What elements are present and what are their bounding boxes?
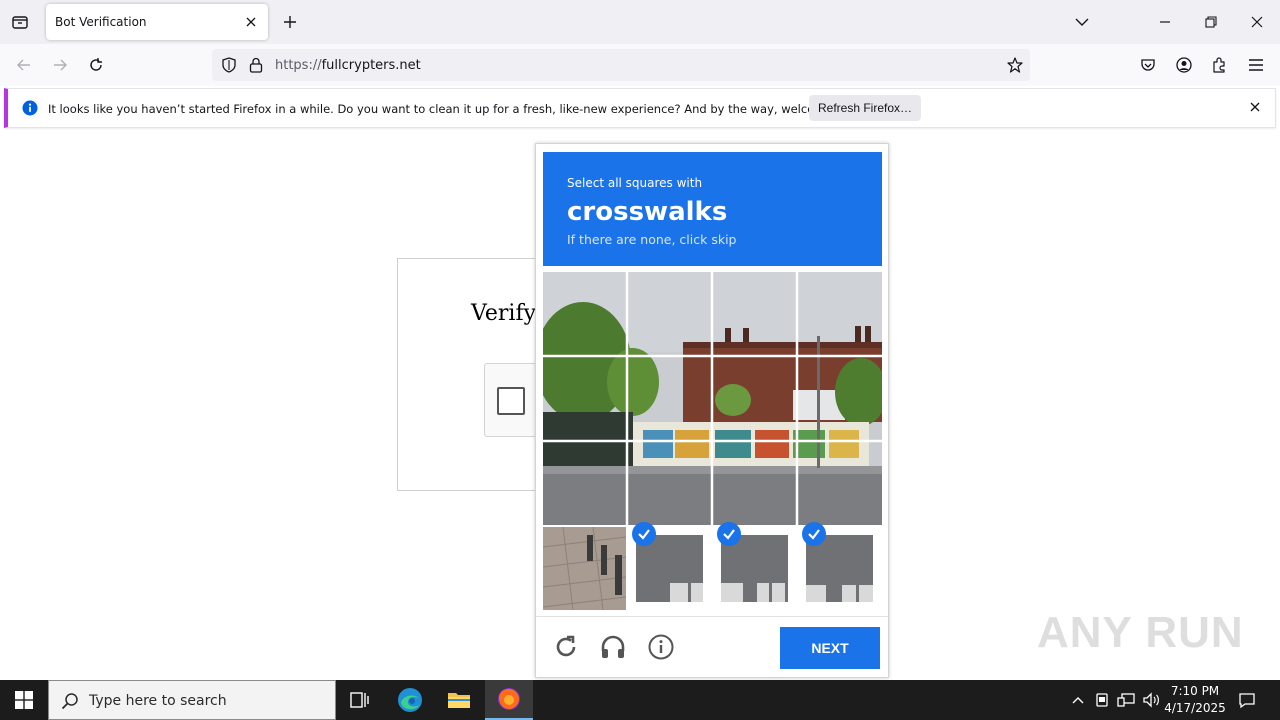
pocket-icon [1141,59,1155,71]
new-tab-button[interactable] [280,12,300,32]
tab-bar: Bot Verification [0,0,1280,44]
tab-list-icon [12,16,28,29]
arrow-left-icon [17,59,30,71]
reload-icon [90,58,102,71]
captcha-tile-row [543,522,882,610]
folder-icon [448,693,470,708]
url-text[interactable]: https://fullcrypters.net [275,58,421,73]
captcha-header: Select all squares with crosswalks If th… [543,152,882,266]
chevron-up-icon [1072,697,1084,704]
headphones-icon [601,635,625,658]
start-button[interactable] [0,680,48,720]
restore-icon [1205,16,1217,28]
captcha-instruction: Select all squares with [567,176,703,190]
refresh-notification-bar: It looks like you haven’t started Firefo… [4,88,1276,128]
tab-list-button[interactable] [8,10,32,34]
network-button[interactable] [1116,690,1136,710]
captcha-subtext: If there are none, click skip [567,232,737,247]
system-clock[interactable]: 7:10 PM 4/17/2025 [1160,683,1230,717]
tile-sidewalk-image [543,527,626,610]
back-button[interactable] [12,53,36,77]
clock-date: 4/17/2025 [1164,701,1226,715]
address-bar[interactable]: https://fullcrypters.net [212,49,1030,81]
volume-button[interactable] [1141,690,1161,710]
info-icon [22,100,38,116]
not-robot-checkbox[interactable] [497,387,525,415]
navigation-toolbar: https://fullcrypters.net [0,44,1280,86]
captcha-footer: NEXT [536,616,888,678]
puzzle-icon [1213,57,1225,73]
forward-button[interactable] [48,53,72,77]
captcha-tile-selected[interactable] [798,522,881,610]
tab-close-button[interactable] [242,13,260,31]
captcha-grid-lines [543,272,882,525]
captcha-tile[interactable] [543,527,626,610]
windows-logo-icon [15,691,33,709]
close-icon [1251,16,1263,28]
close-icon [246,17,256,27]
minimize-icon [1160,21,1170,23]
hamburger-menu-icon [1249,59,1263,71]
page-content: Verifyi Select all squares with crosswal… [0,130,1280,680]
task-view-icon [350,692,369,708]
window-close-button[interactable] [1245,10,1269,34]
chevron-down-icon [1075,18,1089,26]
captcha-tile-selected[interactable] [713,522,796,610]
checkmark-icon [717,522,741,546]
firefox-icon [498,688,520,710]
list-all-tabs-button[interactable] [1070,10,1094,34]
next-button[interactable]: NEXT [780,627,880,669]
minimize-button[interactable] [1153,10,1177,34]
network-icon [1117,693,1135,707]
restore-button[interactable] [1199,10,1223,34]
url-domain: fullcrypters.net [321,58,421,73]
taskbar-file-explorer[interactable] [435,680,483,720]
anyrun-watermark: ANY RUN [1037,608,1244,657]
taskbar-edge[interactable] [386,680,434,720]
info-button[interactable] [647,633,675,661]
tracking-shield-icon[interactable] [220,56,238,74]
bookmark-star-icon[interactable] [1006,56,1024,74]
reload-button[interactable] [84,53,108,77]
captcha-challenge-panel: Select all squares with crosswalks If th… [535,143,889,678]
task-view-button[interactable] [336,680,384,720]
lock-icon[interactable] [248,56,264,74]
checkmark-icon [632,522,656,546]
account-button[interactable] [1172,53,1196,77]
device-icon [1096,693,1108,707]
taskbar-firefox[interactable] [485,680,533,720]
tab-title: Bot Verification [55,15,147,29]
clock-time: 7:10 PM [1170,684,1220,698]
edge-browser-icon [398,688,422,712]
info-icon [648,634,674,660]
verification-heading: Verifyi [471,301,544,326]
tray-device-button[interactable] [1092,690,1112,710]
notification-icon [1239,693,1255,709]
checkmark-icon [802,522,826,546]
active-tab[interactable]: Bot Verification [46,4,268,40]
taskbar-search-box[interactable]: Type here to search [48,680,336,720]
captcha-keyword: crosswalks [567,197,728,227]
search-placeholder: Type here to search [89,693,227,709]
reload-icon [556,635,576,657]
plus-icon [284,16,296,28]
captcha-tile-selected[interactable] [628,522,711,610]
menu-button[interactable] [1244,53,1268,77]
action-center-button[interactable] [1237,690,1257,710]
pocket-button[interactable] [1136,53,1160,77]
account-icon [1176,57,1192,73]
url-scheme: https:// [275,58,322,73]
extensions-button[interactable] [1208,53,1232,77]
refresh-firefox-button[interactable]: Refresh Firefox… [809,95,921,121]
windows-taskbar: Type here to search 7:10 PM 4/17/2025 [0,680,1280,720]
close-icon[interactable] [1249,101,1261,113]
notification-text: It looks like you haven’t started Firefo… [48,102,869,116]
speaker-icon [1143,692,1159,708]
show-hidden-icons-button[interactable] [1068,690,1088,710]
audio-challenge-button[interactable] [599,633,627,661]
arrow-right-icon [54,59,67,71]
search-icon [61,693,78,710]
reload-challenge-button[interactable] [552,633,580,661]
